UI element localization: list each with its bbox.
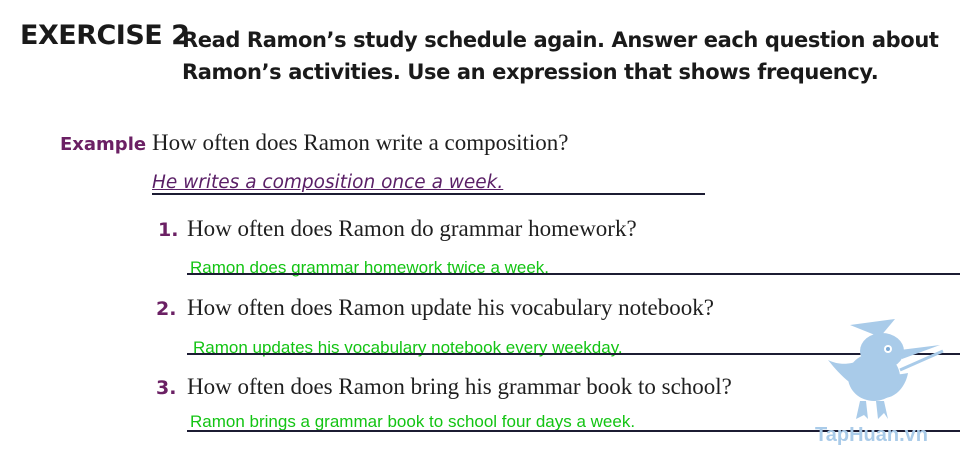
answer-text-2[interactable]: Ramon updates his vocabulary notebook ev… — [193, 338, 623, 358]
question-number-1: 1. — [158, 219, 179, 241]
example-question: How often does Ramon write a composition… — [152, 130, 569, 155]
answer-text-1[interactable]: Ramon does grammar homework twice a week… — [190, 258, 549, 278]
question-text-3: How often does Ramon bring his grammar b… — [187, 374, 732, 399]
example-answer-line — [152, 193, 705, 195]
question-number-2: 2. — [156, 298, 177, 320]
question-text-1: How often does Ramon do grammar homework… — [187, 216, 637, 241]
answer-text-3[interactable]: Ramon brings a grammar book to school fo… — [190, 412, 635, 432]
bird-mascot-icon — [828, 319, 944, 419]
example-answer: He writes a composition once a week. — [152, 172, 504, 193]
question-number-3: 3. — [156, 377, 177, 399]
watermark-text: TapHuan.vn — [815, 424, 928, 446]
exercise-instruction: Read Ramon’s study schedule again. Answe… — [182, 28, 939, 84]
answer-line-1 — [187, 273, 960, 275]
question-text-2: How often does Ramon update his vocabula… — [187, 295, 714, 320]
example-label: Example — [60, 134, 147, 155]
exercise-heading: EXERCISE 2 — [20, 20, 190, 51]
